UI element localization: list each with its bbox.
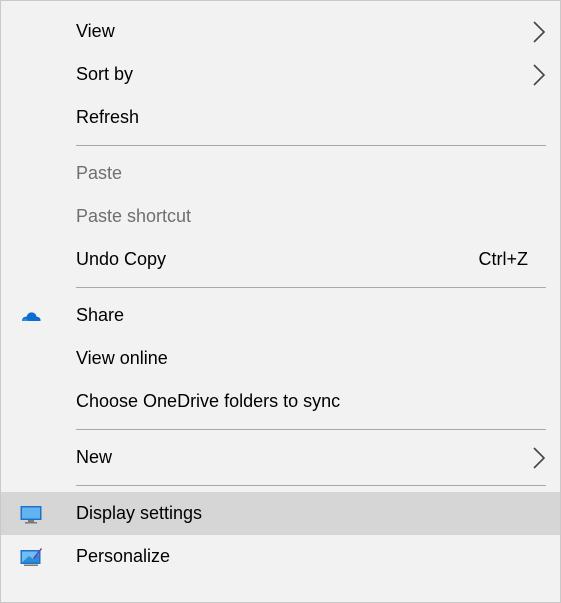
- onedrive-cloud-icon: [22, 311, 41, 321]
- menu-item-label: Choose OneDrive folders to sync: [76, 391, 341, 411]
- menu-item-label: Paste shortcut: [76, 206, 192, 226]
- menu-item-paste-shortcut[interactable]: Paste shortcut: [1, 195, 560, 238]
- menu-item-new[interactable]: New: [1, 436, 560, 479]
- menu-item-display-settings[interactable]: Display settings: [1, 492, 560, 535]
- menu-item-undo-copy[interactable]: Undo Copy Ctrl+Z: [1, 238, 560, 281]
- menu-item-view-online[interactable]: View online: [1, 337, 560, 380]
- chevron-right-icon: [533, 446, 546, 469]
- menu-item-share[interactable]: Share: [1, 294, 560, 337]
- menu-item-label: Sort by: [76, 64, 134, 84]
- menu-item-label: Display settings: [76, 503, 203, 523]
- desktop-context-menu: View Sort by Refresh Paste Paste shortcu…: [0, 0, 561, 603]
- menu-item-view[interactable]: View: [1, 10, 560, 53]
- menu-item-choose-onedrive-folders[interactable]: Choose OneDrive folders to sync: [1, 380, 560, 423]
- monitor-icon: [20, 505, 42, 523]
- menu-item-personalize[interactable]: Personalize: [1, 535, 560, 578]
- menu-item-label: Paste: [76, 163, 123, 183]
- menu-item-paste[interactable]: Paste: [1, 152, 560, 195]
- menu-separator: [76, 145, 546, 146]
- menu-separator: [76, 485, 546, 486]
- menu-item-label: View: [76, 21, 115, 41]
- personalize-icon: [20, 547, 42, 566]
- chevron-right-icon: [533, 63, 546, 86]
- keyboard-shortcut: Ctrl+Z: [478, 249, 529, 269]
- menu-item-refresh[interactable]: Refresh: [1, 96, 560, 139]
- menu-item-label: Share: [76, 305, 125, 325]
- menu-item-label: Refresh: [76, 107, 140, 127]
- menu-item-label: Undo Copy: [76, 249, 167, 269]
- menu-item-sort-by[interactable]: Sort by: [1, 53, 560, 96]
- menu-item-label: New: [76, 447, 113, 467]
- chevron-right-icon: [533, 20, 546, 43]
- menu-item-label: Personalize: [76, 546, 171, 566]
- menu-item-label: View online: [76, 348, 168, 368]
- menu-separator: [76, 429, 546, 430]
- menu-separator: [76, 287, 546, 288]
